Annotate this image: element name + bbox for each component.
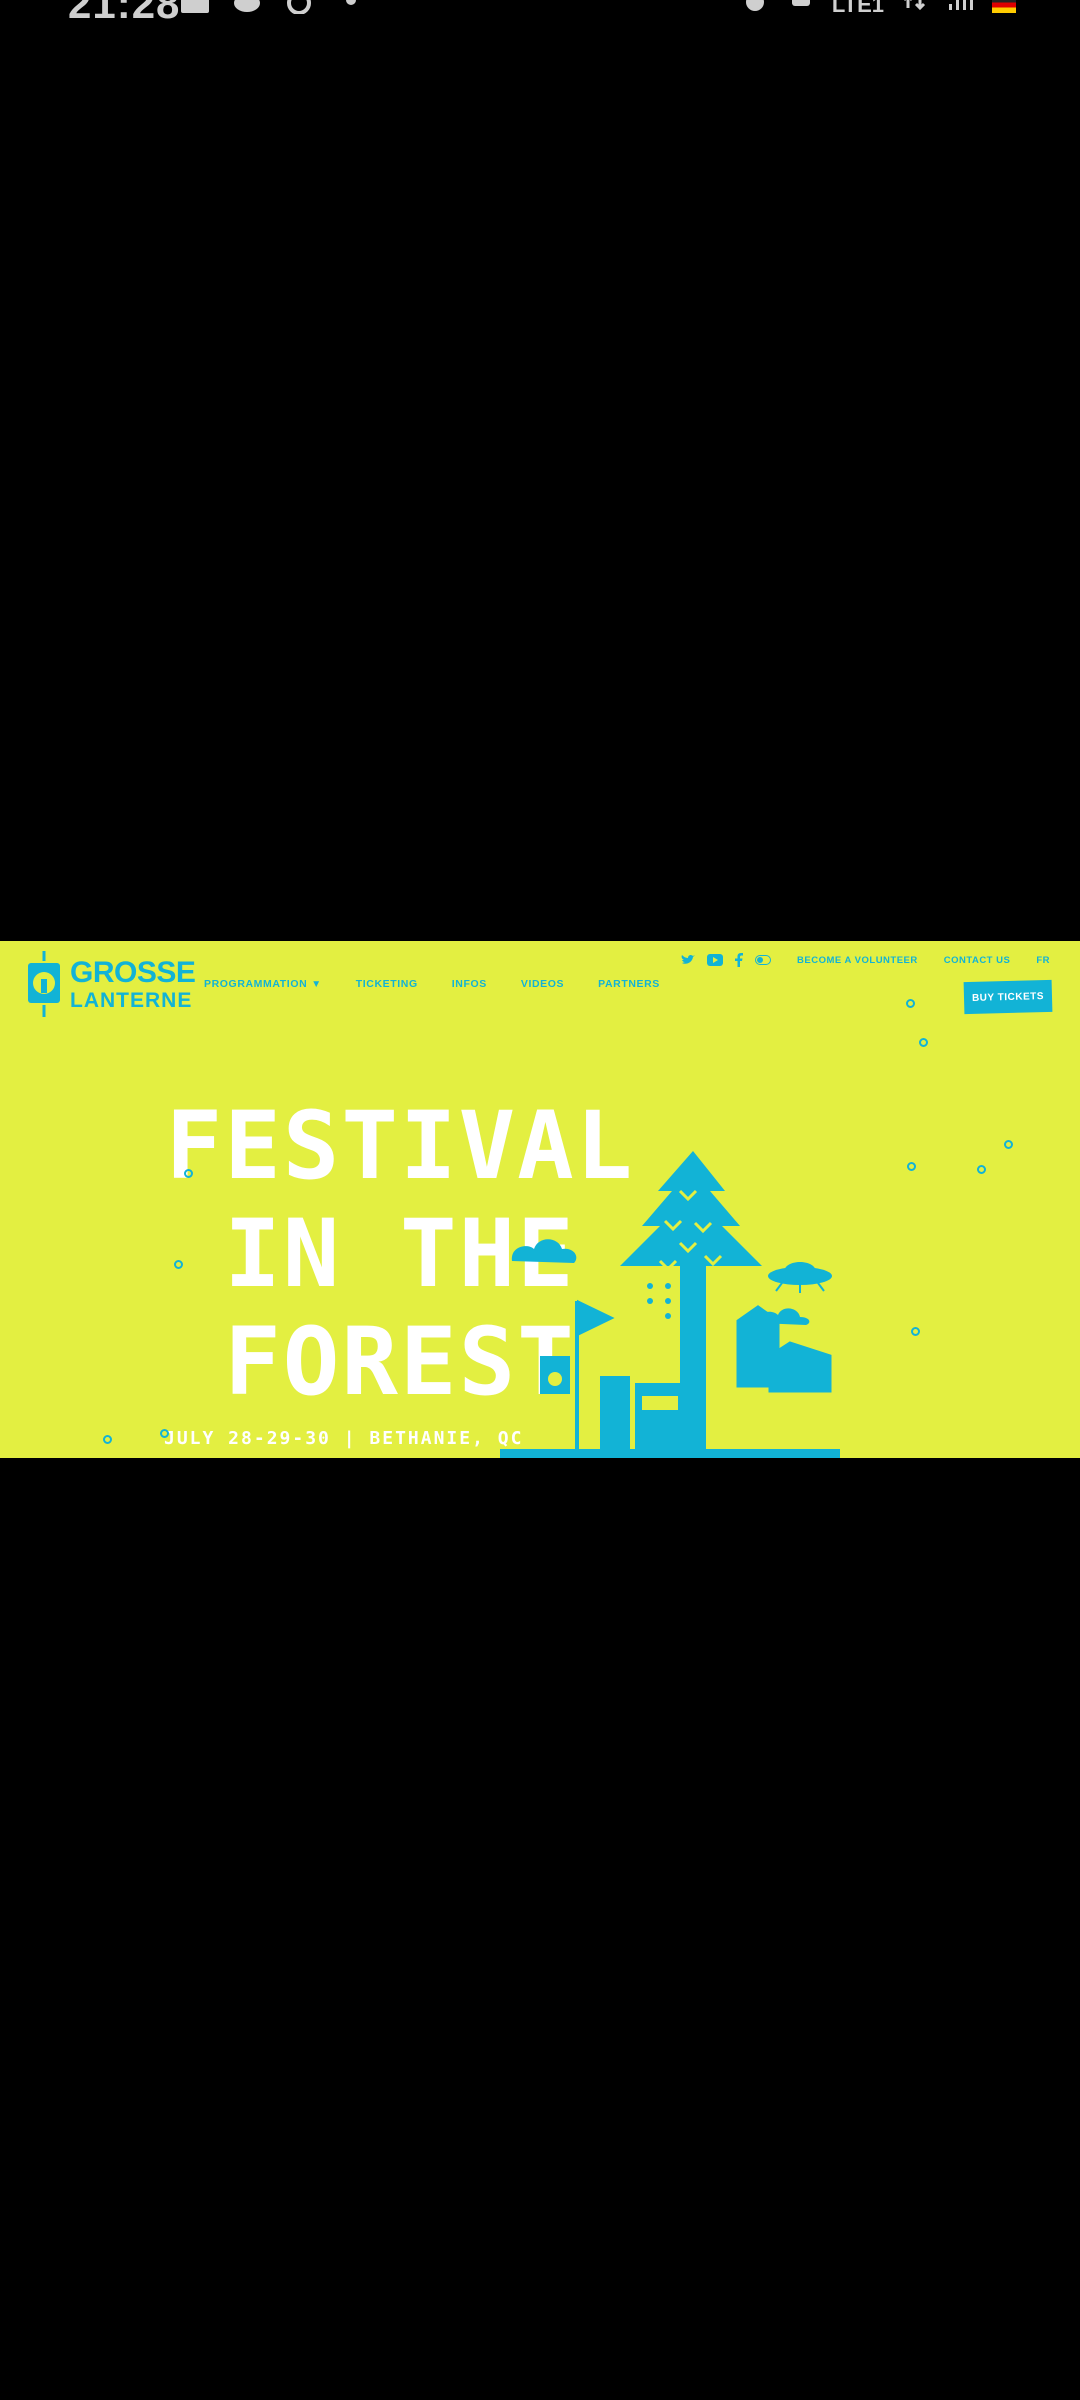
nav-videos[interactable]: VIDEOS	[521, 978, 564, 990]
decor-dot	[1004, 1140, 1013, 1149]
stall-icon	[635, 1383, 685, 1453]
decor-dot	[906, 999, 915, 1008]
contact-us-link[interactable]: CONTACT US	[944, 955, 1011, 966]
signal-icon	[949, 0, 973, 10]
at-icon	[287, 0, 311, 14]
main-nav: PROGRAMMATION ▼ TICKETING INFOS VIDEOS PA…	[204, 978, 660, 990]
youtube-icon[interactable]	[707, 954, 724, 966]
twitter-icon[interactable]	[681, 954, 696, 966]
forest-illustration	[500, 1151, 840, 1458]
chevron-down-icon: ▼	[311, 979, 322, 990]
nav-ticketing[interactable]: TICKETING	[356, 978, 418, 990]
decor-dot	[977, 1165, 986, 1174]
ground	[500, 1449, 840, 1458]
buy-tickets-button[interactable]: BUY TICKETS	[963, 979, 1053, 1015]
festival-dates: JULY 28-29-30 | BETHANIE, QC	[164, 1428, 524, 1449]
festival-hero: GROSSE LANTERNE PROGRAMMATION ▼ TICKETING…	[0, 941, 1080, 1458]
decor-dot	[174, 1260, 183, 1269]
top-right-links: BECOME A VOLUNTEER CONTACT US FR	[681, 953, 1050, 967]
status-bar: 21:28 LTE1	[0, 0, 1080, 30]
language-toggle[interactable]: FR	[1036, 955, 1050, 966]
decor-dot	[184, 1169, 193, 1178]
cloud-icon	[511, 1239, 577, 1263]
nav-programmation[interactable]: PROGRAMMATION ▼	[204, 978, 322, 990]
decor-dot	[919, 1038, 928, 1047]
network-label: LTE1	[831, 0, 884, 17]
logo-text: GROSSE LANTERNE	[70, 955, 196, 1012]
decor-dot	[907, 1162, 916, 1171]
social-icons	[681, 953, 772, 967]
toggle-icon[interactable]	[755, 955, 772, 965]
nav-programmation-label: PROGRAMMATION	[204, 978, 308, 990]
become-volunteer-link[interactable]: BECOME A VOLUNTEER	[797, 955, 918, 966]
dot-icon	[346, 0, 356, 5]
facebook-icon[interactable]	[735, 953, 744, 967]
logo[interactable]: GROSSE LANTERNE	[26, 951, 196, 1017]
notification-icons	[180, 0, 366, 14]
lantern-logo-icon	[28, 951, 60, 1017]
logo-line1: GROSSE	[70, 955, 196, 989]
ufo-icon	[768, 1262, 832, 1293]
decor-dot	[911, 1327, 920, 1336]
nav-infos[interactable]: INFOS	[452, 978, 487, 990]
eye-icon	[234, 0, 260, 12]
clock: 21:28	[68, 0, 181, 27]
alarm-icon	[745, 0, 764, 11]
system-icons: LTE1	[740, 0, 1016, 18]
stall-icon	[600, 1376, 630, 1451]
vibrate-icon	[791, 0, 810, 6]
image-icon	[181, 0, 209, 13]
decor-dot	[160, 1429, 169, 1438]
data-arrows-icon	[904, 0, 926, 11]
decor-dot	[103, 1435, 112, 1444]
battery-icon	[992, 0, 1016, 13]
logo-line2: LANTERNE	[70, 988, 193, 1012]
nav-partners[interactable]: PARTNERS	[598, 978, 660, 990]
